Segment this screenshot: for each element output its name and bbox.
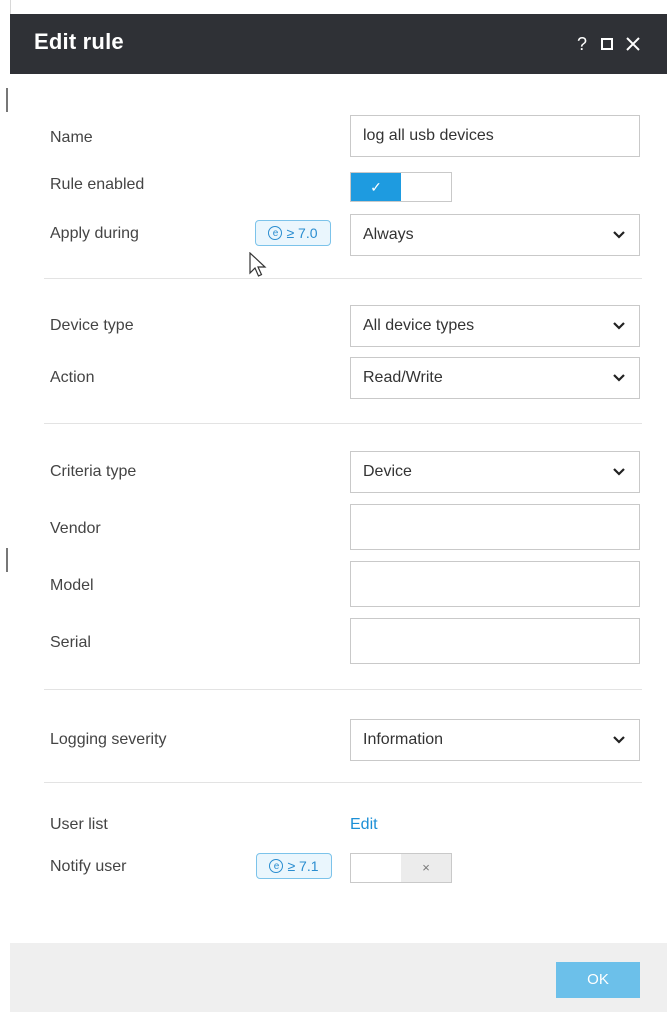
logging-severity-select[interactable]: Information — [350, 719, 640, 761]
device-type-select[interactable]: All device types — [350, 305, 640, 347]
version-badge: e ≥ 7.0 — [255, 220, 331, 246]
maximize-icon — [601, 38, 613, 50]
criteria-type-value: Device — [363, 463, 412, 480]
mouse-pointer-icon — [249, 252, 267, 277]
notify-user-toggle[interactable]: × — [350, 853, 452, 883]
rule-enabled-toggle[interactable]: ✓ — [350, 172, 452, 202]
edge-tick — [6, 88, 8, 112]
section-divider — [44, 278, 642, 279]
model-input[interactable] — [350, 561, 640, 607]
action-select[interactable]: Read/Write — [350, 357, 640, 399]
ok-button[interactable]: OK — [556, 962, 640, 998]
vendor-label: Vendor — [50, 520, 101, 537]
chevron-down-icon — [613, 231, 625, 239]
dialog-title: Edit rule — [34, 29, 124, 54]
name-input[interactable]: log all usb devices — [350, 115, 640, 157]
help-button[interactable]: ? — [568, 26, 596, 62]
serial-label: Serial — [50, 634, 91, 651]
section-divider — [44, 423, 642, 424]
chevron-down-icon — [613, 322, 625, 330]
user-list-label: User list — [50, 816, 108, 833]
version-badge-text: ≥ 7.0 — [286, 225, 318, 241]
section-divider — [44, 782, 642, 783]
apply-during-value: Always — [363, 226, 414, 243]
edge-tick — [6, 548, 8, 572]
section-divider — [44, 689, 642, 690]
criteria-type-label: Criteria type — [50, 463, 137, 480]
vendor-input[interactable] — [350, 504, 640, 550]
user-list-edit-link[interactable]: Edit — [350, 816, 378, 834]
logging-severity-value: Information — [363, 731, 444, 748]
eset-e-icon: e — [268, 226, 283, 240]
device-type-label: Device type — [50, 317, 134, 334]
close-button[interactable] — [619, 26, 647, 62]
rule-enabled-label: Rule enabled — [50, 176, 145, 193]
device-type-value: All device types — [363, 317, 475, 334]
apply-during-label: Apply during — [50, 225, 139, 242]
chevron-down-icon — [613, 468, 625, 476]
action-label: Action — [50, 369, 95, 386]
version-badge-text: ≥ 7.1 — [287, 858, 319, 874]
dialog-titlebar: Edit rule ? — [10, 14, 667, 74]
chevron-down-icon — [613, 736, 625, 744]
dialog-footer: OK — [10, 943, 667, 1012]
version-badge: e ≥ 7.1 — [256, 853, 332, 879]
eset-e-icon: e — [269, 859, 284, 873]
notify-user-label: Notify user — [50, 858, 127, 875]
close-icon — [626, 37, 640, 51]
serial-input[interactable] — [350, 618, 640, 664]
logging-severity-label: Logging severity — [50, 731, 167, 748]
name-label: Name — [50, 129, 93, 146]
model-label: Model — [50, 577, 94, 594]
checkmark-icon: ✓ — [351, 173, 401, 201]
action-value: Read/Write — [363, 369, 443, 386]
edit-rule-dialog: Edit rule ? Name log all usb devices Rul… — [10, 14, 667, 1012]
maximize-button[interactable] — [593, 26, 621, 62]
name-input-value: log all usb devices — [363, 127, 494, 144]
apply-during-select[interactable]: Always — [350, 214, 640, 256]
x-icon: × — [401, 854, 451, 882]
chevron-down-icon — [613, 374, 625, 382]
criteria-type-select[interactable]: Device — [350, 451, 640, 493]
